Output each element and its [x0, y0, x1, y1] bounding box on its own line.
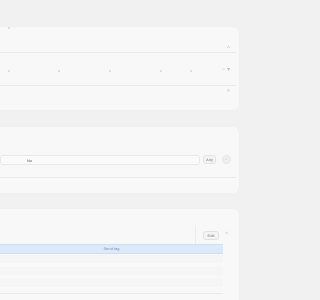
chevron-up-icon[interactable]: ^ — [222, 231, 231, 240]
bottom-panel: Edit ^ Send tag — [0, 209, 239, 300]
panel-tab-marker — [8, 27, 10, 29]
table-row[interactable] — [0, 267, 223, 275]
column-marker — [58, 70, 60, 72]
column-divider — [195, 225, 196, 245]
column-marker — [109, 70, 111, 72]
divider — [0, 52, 236, 53]
divider — [0, 85, 236, 86]
sort-icon[interactable]: − ▾ — [220, 66, 232, 75]
table-row[interactable] — [0, 255, 223, 263]
column-marker — [160, 70, 162, 72]
table-row-selected[interactable]: Send tag — [0, 244, 223, 254]
any-button[interactable]: Any — [203, 155, 216, 164]
field-value: No — [27, 158, 33, 163]
value-field[interactable]: No — [0, 155, 200, 165]
divider — [0, 177, 236, 178]
middle-panel: No Any ^ — [0, 127, 239, 193]
row-label: Send tag — [103, 246, 120, 251]
edit-button[interactable]: Edit — [203, 231, 219, 240]
top-panel: ^ − ▾ ⌕ — [0, 27, 239, 110]
table-row[interactable] — [0, 279, 223, 287]
chevron-up-icon[interactable]: ^ — [222, 155, 231, 164]
search-icon[interactable]: ⌕ — [224, 87, 233, 96]
column-marker — [8, 70, 10, 72]
column-marker — [190, 70, 192, 72]
divider — [0, 293, 223, 294]
